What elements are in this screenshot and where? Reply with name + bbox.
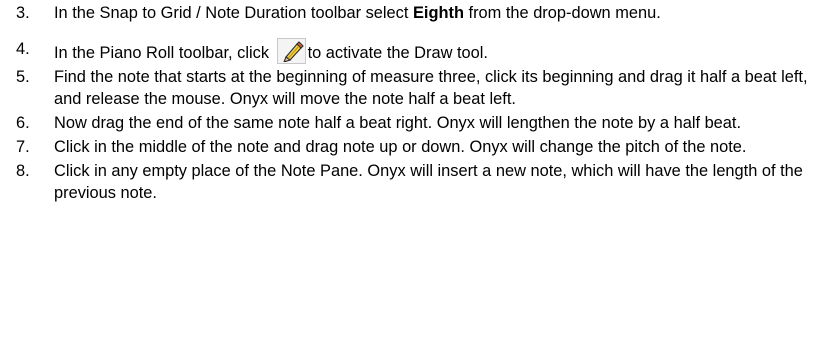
step-text: In the Snap to Grid / Note Duration tool… [54, 2, 812, 24]
step-4: 4. In the Piano Roll toolbar, click to a… [0, 38, 819, 64]
step-text: Click in any empty place of the Note Pan… [54, 162, 803, 202]
step-text-before: In the Snap to Grid / Note Duration tool… [54, 4, 413, 22]
step-text-before: In the Piano Roll toolbar, click [54, 44, 274, 62]
step-number: 5. [16, 68, 30, 86]
step-text: Now drag the end of the same note half a… [54, 114, 742, 132]
step-number: 4. [16, 40, 30, 58]
step-number: 6. [16, 114, 30, 132]
step-text: Find the note that starts at the beginni… [54, 68, 808, 108]
step-number: 8. [16, 162, 30, 180]
pencil-draw-icon[interactable] [276, 38, 306, 64]
step-7: 7. Click in the middle of the note and d… [0, 136, 819, 158]
step-text-after: from the drop-down menu. [463, 4, 661, 22]
step-number: 7. [16, 138, 30, 156]
eighth-option-label: Eighth [412, 4, 464, 22]
step-3: 3. In the Snap to Grid / Note Duration t… [0, 2, 819, 24]
step-6: 6. Now drag the end of the same note hal… [0, 112, 819, 134]
step-number: 3. [16, 4, 30, 22]
pencil-icon [282, 41, 304, 62]
instruction-list: 3. In the Snap to Grid / Note Duration t… [0, 0, 819, 204]
step-text-after: to activate the Draw tool. [307, 44, 488, 62]
step-8: 8. Click in any empty place of the Note … [0, 160, 819, 204]
step-text: In the Piano Roll toolbar, click to acti… [54, 38, 812, 64]
step-5: 5. Find the note that starts at the begi… [0, 66, 819, 110]
step-text: Click in the middle of the note and drag… [54, 138, 747, 156]
